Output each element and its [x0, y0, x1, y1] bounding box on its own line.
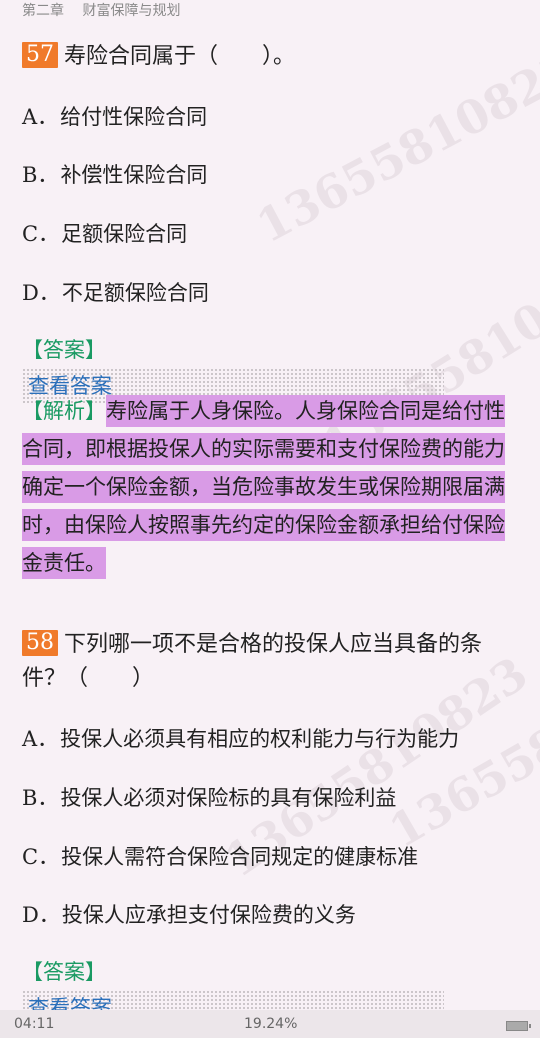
question-text: 寿险合同属于（ ）。 — [64, 44, 296, 69]
option-letter: D． — [22, 281, 60, 305]
chapter-header: 第二章 财富保障与规划 — [0, 0, 540, 22]
option-a[interactable]: A．给付性保险合同 — [22, 103, 522, 131]
answer-row: 【答案】查看答案 — [22, 954, 520, 1026]
option-text: 补偿性保险合同 — [60, 163, 208, 187]
option-letter: A． — [22, 105, 59, 129]
option-c[interactable]: C．足额保险合同 — [22, 220, 522, 248]
clock: 04:11 — [14, 1016, 55, 1032]
reading-status-bar: 04:11 19.24% — [0, 1010, 540, 1038]
option-b[interactable]: B．补偿性保险合同 — [22, 161, 522, 189]
battery-icon — [506, 1021, 531, 1031]
option-text: 投保人需符合保险合同规定的健康标准 — [61, 845, 419, 869]
option-c[interactable]: C．投保人需符合保险合同规定的健康标准 — [22, 843, 522, 871]
question-text: 下列哪一项不是合格的投保人应当具备的条件？（ ） — [22, 632, 483, 691]
chapter-title: 第二章 财富保障与规划 — [22, 3, 181, 19]
analysis-label: 【解析】 — [22, 399, 106, 423]
option-text: 投保人必须具有相应的权利能力与行为能力 — [60, 727, 460, 751]
option-letter: B． — [22, 786, 59, 810]
option-letter: B． — [22, 163, 59, 187]
option-b[interactable]: B．投保人必须对保险标的具有保险利益 — [22, 784, 522, 812]
option-text: 投保人应承担支付保险费的义务 — [61, 903, 356, 927]
option-d[interactable]: D．不足额保险合同 — [22, 279, 522, 307]
answer-label: 【答案】 — [22, 960, 106, 984]
option-letter: D． — [22, 903, 60, 927]
question-number-badge: 57 — [22, 42, 58, 68]
reading-progress: 19.24% — [244, 1016, 298, 1032]
question-stem: 58 下列哪一项不是合格的投保人应当具备的条件？（ ） — [22, 628, 522, 696]
option-a[interactable]: A．投保人必须具有相应的权利能力与行为能力 — [22, 725, 522, 753]
option-text: 足额保险合同 — [61, 222, 188, 246]
option-letter: C． — [22, 845, 60, 869]
option-d[interactable]: D．投保人应承担支付保险费的义务 — [22, 901, 522, 929]
option-text: 投保人必须对保险标的具有保险利益 — [60, 786, 397, 810]
option-letter: A． — [22, 727, 59, 751]
question-stem: 57 寿险合同属于（ ）。 — [22, 42, 522, 72]
answer-row: 【答案】查看答案 — [22, 332, 520, 404]
option-text: 给付性保险合同 — [60, 105, 208, 129]
option-letter: C． — [22, 222, 60, 246]
question-number-badge: 58 — [22, 630, 58, 656]
analysis-block: 【解析】寿险属于人身保险。人身保险合同是给付性合同，即根据投保人的实际需要和支付… — [22, 392, 520, 582]
option-text: 不足额保险合同 — [61, 281, 209, 305]
answer-label: 【答案】 — [22, 338, 106, 362]
